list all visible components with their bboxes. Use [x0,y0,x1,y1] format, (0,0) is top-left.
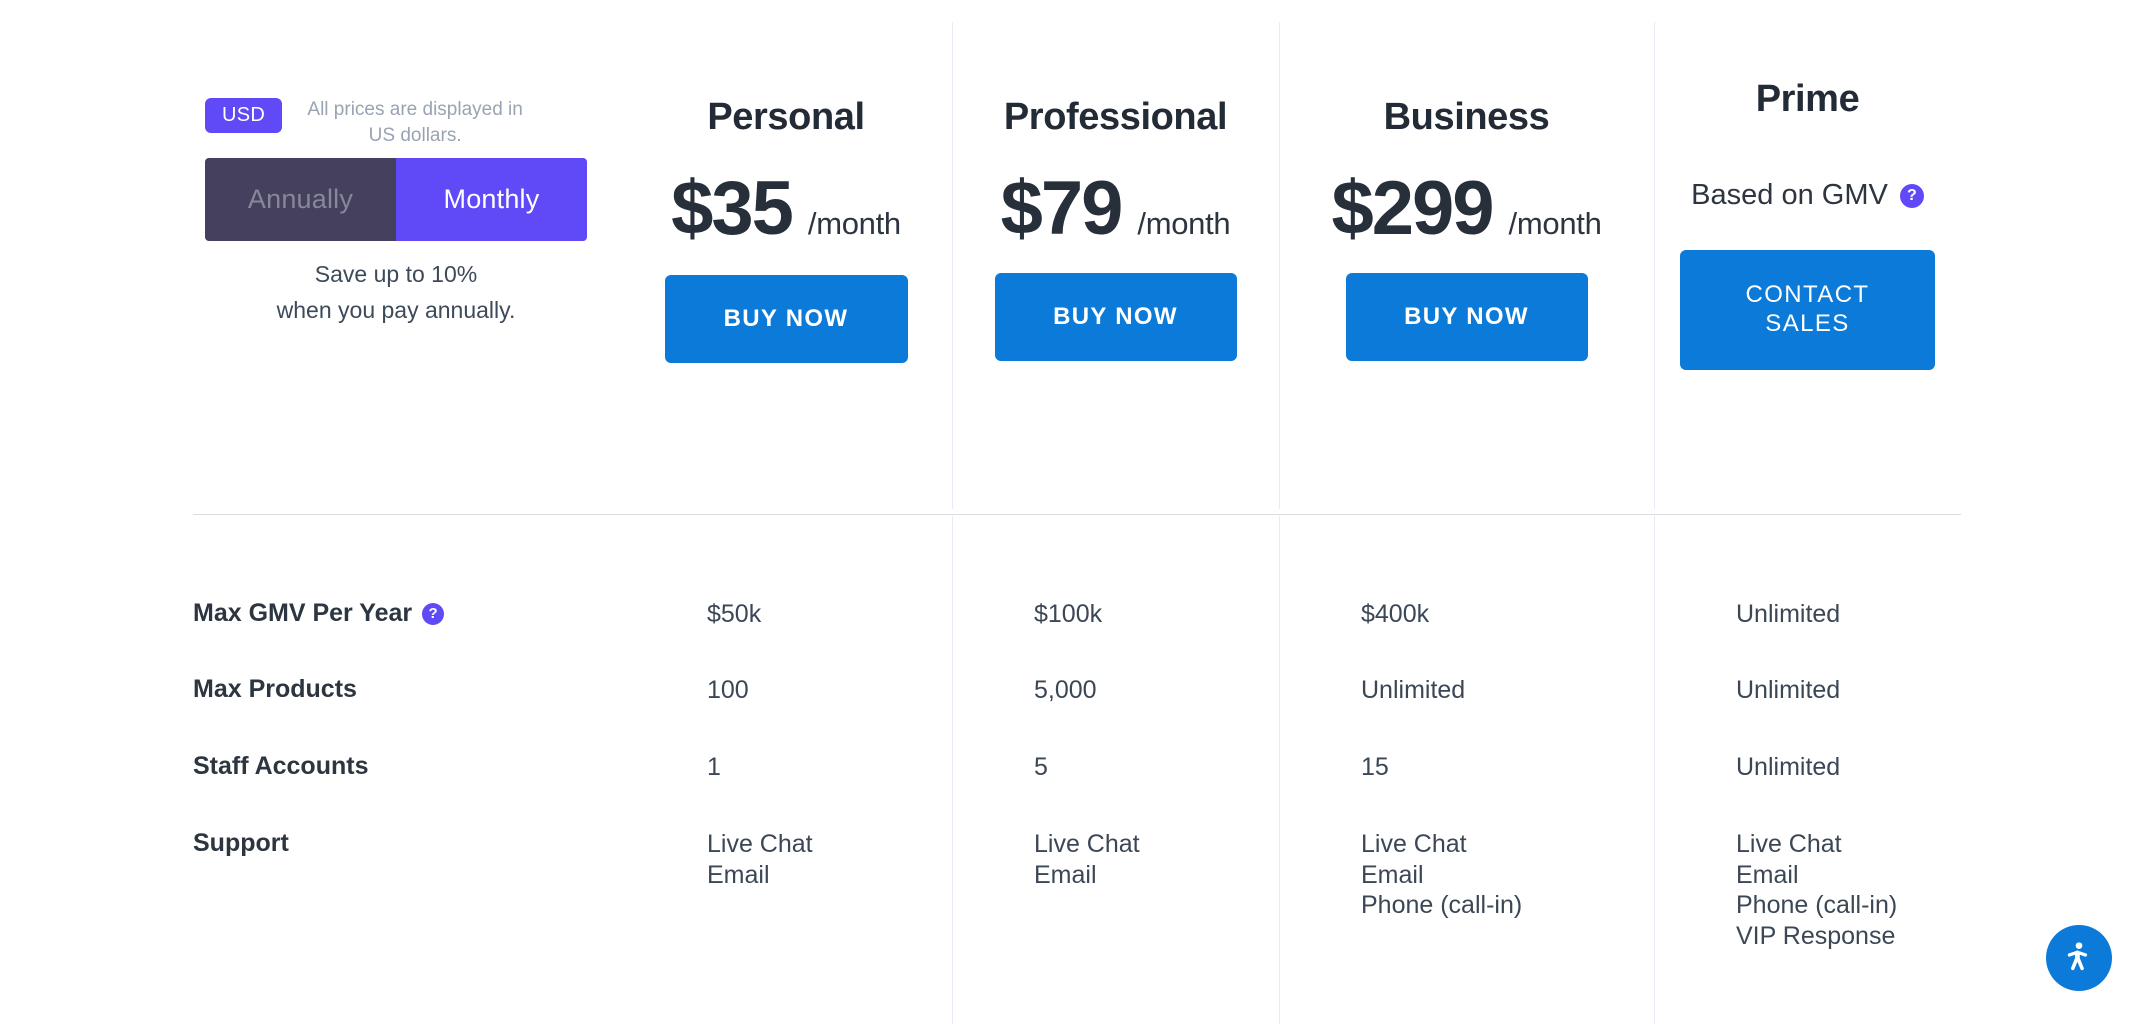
feature-label: Max Products [193,675,357,704]
support-item: Live Chat [707,830,813,858]
plan-price: $79 /month [952,171,1279,247]
plan-price-period: /month [807,206,901,241]
support-item: Live Chat [1361,830,1467,858]
plan-price-note: Based on GMV [1691,179,1888,211]
feature-value: Unlimited [1736,600,1841,628]
column-divider [952,516,953,1024]
contact-sales-label-line2: SALES [1765,310,1850,337]
plan-column-professional: Professional $79 /month BUY NOW [952,0,1279,361]
column-divider [1279,516,1280,1024]
plan-name: Personal [707,96,865,138]
feature-label-text: Max Products [193,675,357,703]
billing-period-toggle[interactable]: Annually Monthly [205,158,587,241]
feature-label-text: Staff Accounts [193,752,369,780]
feature-label: Support [193,829,289,858]
support-item: Live Chat [1736,830,1842,858]
plan-name: Prime [1755,78,1860,120]
buy-now-button[interactable]: BUY NOW [1345,273,1588,361]
support-item: VIP Response [1736,921,1896,950]
plan-price-note-row: Based on GMV ? [1654,179,1961,212]
plan-column-personal: Personal $35 /month BUY NOW [620,0,952,363]
support-item: Phone (call-in) [1736,891,1898,919]
plan-price: $299 /month [1279,171,1654,247]
feature-label-text: Support [193,829,289,857]
feature-label: Max GMV Per Year ? [193,599,445,628]
contact-sales-button[interactable]: CONTACT SALES [1680,250,1935,370]
accessibility-person-icon [2060,939,2098,977]
annual-savings-line1: Save up to 10% [314,261,478,287]
annual-savings-note: Save up to 10% when you pay annually. [205,257,587,328]
feature-value: 5 [1034,753,1048,781]
feature-value-support-business: Live Chat Email Phone (call-in) [1361,829,1522,921]
plan-name: Business [1383,96,1550,138]
currency-note: All prices are displayed in US dollars. [307,99,523,146]
buy-now-button[interactable]: BUY NOW [994,273,1237,361]
pricing-page: USD All prices are displayed in US dolla… [0,0,2153,1024]
section-divider [193,514,1961,515]
feature-value: Unlimited [1736,676,1841,704]
question-mark-icon[interactable]: ? [1899,183,1924,208]
feature-value: $400k [1361,600,1430,628]
accessibility-widget-button[interactable] [2046,925,2112,991]
feature-value: Unlimited [1736,753,1841,781]
question-mark-icon[interactable]: ? [422,602,445,625]
annual-savings-line2: when you pay annually. [276,296,516,323]
feature-value: 100 [707,676,749,704]
feature-value: 5,000 [1034,676,1097,704]
plan-column-business: Business $299 /month BUY NOW [1279,0,1654,361]
plan-price: $35 /month [620,171,952,247]
feature-value-support-professional: Live Chat Email [1034,829,1140,890]
support-item: Live Chat [1034,830,1140,858]
plan-price-period: /month [1137,206,1231,241]
feature-value: $50k [707,600,762,628]
billing-toggle-monthly[interactable]: Monthly [396,158,587,241]
plan-price-amount: $299 [1331,166,1494,251]
contact-sales-label-line1: CONTACT [1745,281,1870,309]
feature-value: $100k [1034,600,1103,628]
plan-price-period: /month [1508,206,1602,241]
plan-price-amount: $79 [1000,166,1124,251]
billing-controls: USD All prices are displayed in US dolla… [205,95,595,323]
plan-price-amount: $35 [671,166,794,251]
plan-column-prime: Prime Based on GMV ? CONTACT SALES [1654,0,1961,370]
support-item: Email [1361,860,1424,889]
currency-selector-button[interactable]: USD [205,98,283,133]
buy-now-button[interactable]: BUY NOW [664,275,908,363]
support-item: Email [1034,860,1097,889]
feature-label-text: Max GMV Per Year [193,599,413,627]
feature-value-support-prime: Live Chat Email Phone (call-in) VIP Resp… [1736,829,1897,951]
column-divider [1654,516,1655,1024]
billing-toggle-annually[interactable]: Annually [205,158,396,241]
feature-label: Staff Accounts [193,752,368,781]
feature-value: 1 [707,753,721,781]
support-item: Email [1736,860,1799,889]
feature-value: Unlimited [1361,676,1466,704]
support-item: Phone (call-in) [1361,891,1523,919]
feature-value: 15 [1361,753,1389,781]
feature-value-support-personal: Live Chat Email [707,829,813,890]
plan-name: Professional [1003,96,1228,138]
support-item: Email [707,860,770,889]
currency-row: USD All prices are displayed in US dolla… [205,95,595,148]
